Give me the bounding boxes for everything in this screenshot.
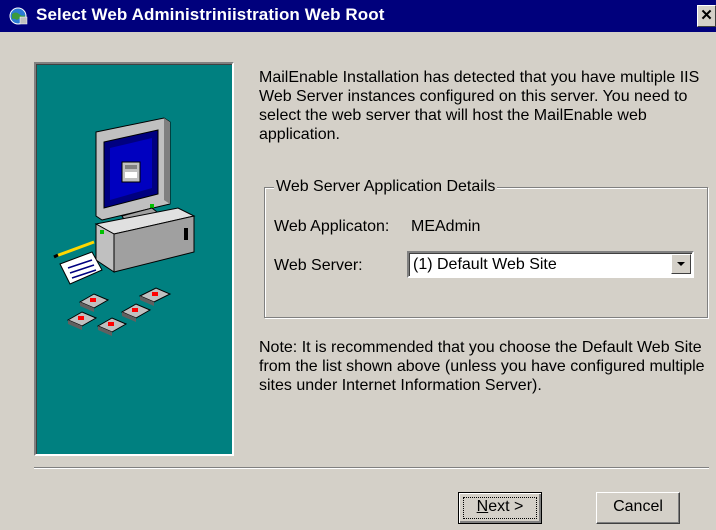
side-illustration-panel <box>34 62 234 456</box>
chevron-down-icon <box>677 262 685 266</box>
floppy-disk-icon <box>78 293 110 312</box>
cancel-button[interactable]: Cancel <box>596 492 680 524</box>
web-application-label: Web Applicaton: <box>274 218 390 235</box>
web-server-selected-value: (1) Default Web Site <box>413 256 557 273</box>
title-bar: Select Web Administriniistration Web Roo… <box>0 0 716 32</box>
globe-setup-icon <box>9 7 28 25</box>
window-title: Select Web Administriniistration Web Roo… <box>36 5 385 24</box>
computer-illustration-icon <box>53 117 196 336</box>
close-button[interactable]: ✕ <box>697 5 716 27</box>
separator <box>34 467 709 469</box>
note-text: Note: It is recommended that you choose … <box>259 339 705 394</box>
group-label: Web Server Application Details <box>274 177 498 196</box>
next-button-label: Next > <box>476 498 524 515</box>
intro-description: MailEnable Installation has detected tha… <box>259 69 700 143</box>
web-server-dropdown[interactable]: (1) Default Web Site <box>407 251 694 278</box>
dropdown-button[interactable] <box>671 254 691 274</box>
web-server-label: Web Server: <box>274 257 363 274</box>
web-application-value: MEAdmin <box>411 218 481 235</box>
next-button[interactable]: Next > <box>458 492 542 524</box>
close-icon: ✕ <box>700 7 713 24</box>
